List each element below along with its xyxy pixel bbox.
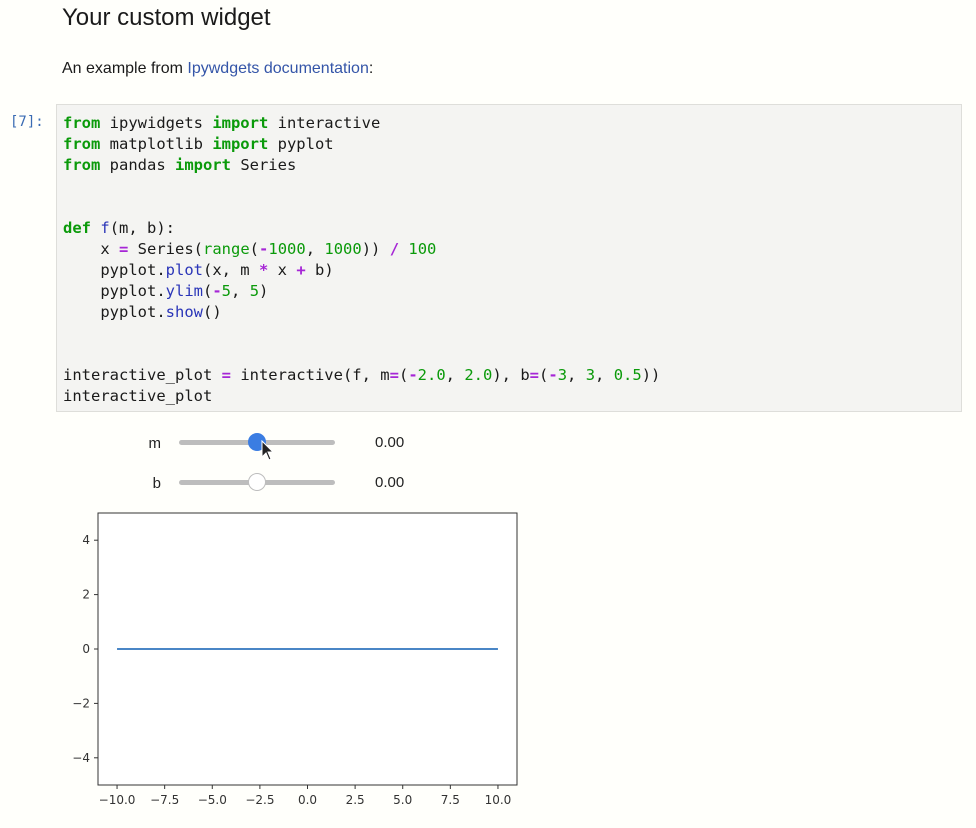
line-chart: −10.0 −7.5 −5.0 −2.5 0.0 2.5 5.0 7.5 10.0 −4 −2 0 2 4	[72, 512, 518, 807]
y-tick-label: 2	[82, 588, 90, 602]
x-tick-label: 7.5	[441, 793, 460, 807]
slider-b-label: b	[152, 475, 161, 492]
mouse-pointer-icon	[261, 440, 275, 461]
x-tick-label: −2.5	[245, 793, 274, 807]
x-tick-label: 10.0	[485, 793, 512, 807]
y-tick-label: −2	[72, 696, 90, 710]
slider-b-readout[interactable]: 0.00	[375, 474, 404, 491]
code-editor[interactable]: from ipywidgets import interactive from …	[63, 113, 660, 407]
cell-prompt: [7]:	[10, 114, 44, 130]
x-tick-label: −10.0	[99, 793, 136, 807]
docs-link[interactable]: Ipywdgets documentation	[187, 60, 368, 77]
y-tick-label: −4	[72, 751, 90, 765]
x-tick-label: −7.5	[150, 793, 179, 807]
slider-m-label-wrap: m	[56, 433, 162, 455]
slider-b-handle[interactable]	[248, 473, 266, 491]
slider-b-label-wrap: b	[56, 473, 161, 495]
y-tick-label: 4	[82, 533, 90, 547]
section-heading: Your custom widget	[62, 4, 271, 31]
x-tick-label: 2.5	[346, 793, 365, 807]
x-tick-label: −5.0	[198, 793, 227, 807]
intro-paragraph: An example from Ipywdgets documentation:	[62, 60, 373, 78]
slider-m-label: m	[148, 435, 162, 452]
x-tick-label: 5.0	[393, 793, 412, 807]
intro-prefix: An example from	[62, 60, 188, 77]
intro-suffix: :	[368, 60, 374, 77]
slider-m-readout[interactable]: 0.00	[375, 434, 404, 451]
code-cell[interactable]: from ipywidgets import interactive from …	[56, 104, 962, 412]
y-tick-label: 0	[82, 642, 90, 656]
x-tick-label: 0.0	[298, 793, 317, 807]
